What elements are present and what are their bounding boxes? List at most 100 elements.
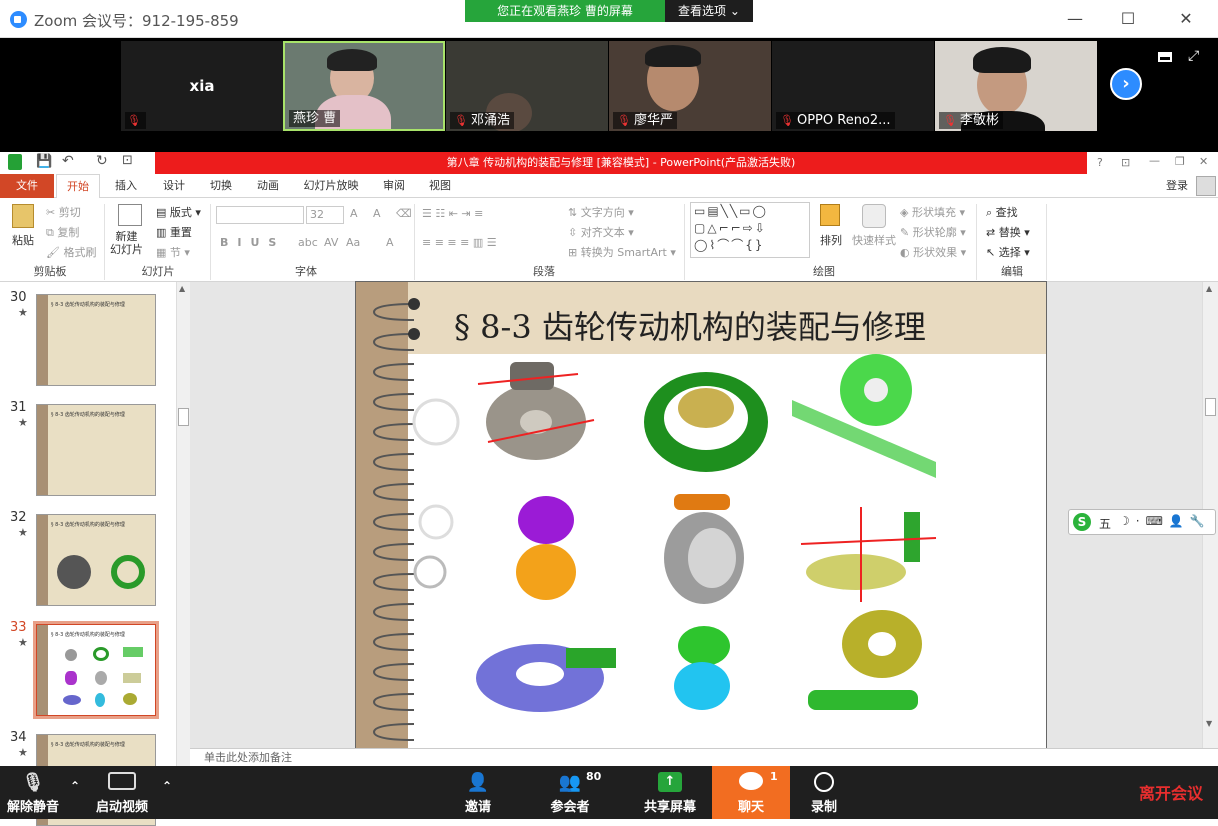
add-user-icon: 👤 — [466, 772, 490, 793]
font-color-button[interactable]: A — [386, 236, 394, 249]
quick-styles-icon[interactable] — [862, 204, 886, 228]
slide-thumbnail[interactable]: § 8-3 齿轮传动机构的装配与修理 — [36, 404, 156, 496]
font-size-input[interactable]: 32 — [306, 206, 344, 224]
tab-animations[interactable]: 动画 — [246, 174, 290, 198]
arrange-icon[interactable] — [820, 204, 840, 226]
tab-view[interactable]: 视图 — [418, 174, 462, 198]
cut-button[interactable]: ✂ 剪切 — [46, 204, 81, 220]
video-tile-active-speaker[interactable]: 燕珍 曹 — [283, 41, 445, 131]
align-text-button[interactable]: ⇳ 对齐文本 ▾ — [568, 224, 634, 240]
login-link[interactable]: 登录 — [1160, 174, 1194, 198]
paste-button[interactable]: 粘贴 — [12, 232, 34, 248]
avatar[interactable] — [1196, 176, 1216, 196]
copy-icon: ⧉ — [46, 226, 54, 239]
copy-button[interactable]: ⧉ 复制 — [46, 224, 79, 240]
shape-outline-button[interactable]: ✎ 形状轮廓 ▾ — [900, 224, 966, 240]
effects-icon: ◐ — [900, 246, 910, 259]
tab-slideshow[interactable]: 幻灯片放映 — [296, 174, 366, 198]
group-label-slides: 幻灯片 — [141, 265, 175, 278]
record-button[interactable]: 录制 — [798, 766, 850, 819]
alignment-buttons[interactable]: ≡ ≡ ≡ ≡ ▥ ☰ — [422, 236, 497, 249]
slide-thumbnail[interactable]: § 8-3 齿轮传动机构的装配与修理 — [36, 514, 156, 606]
smartart-button[interactable]: ⊞ 转换为 SmartArt ▾ — [568, 244, 676, 260]
tab-home[interactable]: 开始 — [56, 174, 100, 198]
view-options-button[interactable]: 查看选项 ⌄ — [665, 0, 753, 22]
input-mode-label[interactable]: 五 — [1099, 515, 1111, 532]
video-tile[interactable]: 🎙 李敬彬 — [935, 41, 1097, 131]
find-button[interactable]: ⌕ 查找 — [986, 204, 1018, 220]
save-icon[interactable]: 💾 — [36, 154, 52, 169]
font-grow-shrink-buttons[interactable]: A A — [350, 207, 387, 220]
shape-fill-button[interactable]: ◈ 形状填充 ▾ — [900, 204, 965, 220]
tab-insert[interactable]: 插入 — [104, 174, 148, 198]
change-case-button[interactable]: Aa — [346, 236, 360, 249]
undo-icon[interactable]: ↶ — [62, 153, 74, 169]
select-button[interactable]: ↖ 选择 ▾ — [986, 244, 1030, 260]
zoom-title-bar: Zoom 会议号：912-195-859 您正在观看燕珍 曹的屏幕 查看选项 ⌄… — [0, 0, 1218, 38]
ppt-restore-icon[interactable]: ❐ — [1175, 155, 1185, 168]
unmute-button[interactable]: 🎙 解除静音 — [0, 766, 66, 819]
arrange-button[interactable]: 排列 — [820, 232, 842, 248]
slide-thumbnail[interactable]: § 8-3 齿轮传动机构的装配与修理 — [36, 294, 156, 386]
ribbon: 粘贴 ✂ 剪切 ⧉ 复制 🖌 格式刷 剪贴板 新建 幻灯片 ▤ 版式 ▾ ▥ 重… — [0, 198, 1218, 282]
quick-styles-button[interactable]: 快速样式 — [852, 232, 896, 248]
new-slide-icon[interactable] — [118, 204, 142, 226]
font-name-input[interactable] — [216, 206, 304, 224]
input-tools-icons[interactable]: ☽·⌨👤🔧 — [1119, 514, 1211, 528]
strikethrough-button[interactable]: abc — [298, 236, 318, 249]
video-tile[interactable]: 🎙 OPPO Reno2... — [772, 41, 934, 131]
tab-review[interactable]: 审阅 — [372, 174, 416, 198]
chat-button[interactable]: 1 聊天 — [712, 766, 790, 819]
ribbon-display-icon[interactable]: ⊡ — [1121, 156, 1130, 169]
thumbnails-scrollbar[interactable]: ▲ — [176, 282, 190, 766]
animation-star-icon: ★ — [18, 306, 28, 319]
shapes-gallery[interactable]: ▭▤╲╲▭◯ ▢△⌐⌐⇨⇩ ◯⌇⌒⌒{} — [690, 202, 810, 258]
bullets-button[interactable]: ☰ ☷ ⇤ ⇥ ≡ — [422, 207, 483, 220]
next-page-arrow-icon[interactable]: › — [1110, 68, 1142, 100]
layout-toggle-icon[interactable] — [1158, 52, 1172, 62]
new-slide-button[interactable]: 新建 幻灯片 — [110, 230, 143, 256]
share-screen-button[interactable]: ↑ 共享屏幕 — [634, 766, 706, 819]
invite-button[interactable]: 👤 邀请 — [450, 766, 506, 819]
shape-effects-button[interactable]: ◐ 形状效果 ▾ — [900, 244, 966, 260]
help-icon[interactable]: ? — [1097, 156, 1103, 169]
ppt-minimize-icon[interactable]: — — [1149, 154, 1160, 167]
replace-button[interactable]: ⇄ 替换 ▾ — [986, 224, 1030, 240]
current-slide[interactable]: § 8-3 齿轮传动机构的装配与修理 — [356, 282, 1046, 748]
maximize-button[interactable]: ☐ — [1116, 8, 1140, 30]
slide-thumbnails-pane: 30 ★ § 8-3 齿轮传动机构的装配与修理 31 ★ § 8-3 齿轮传动机… — [0, 282, 176, 826]
notes-pane[interactable]: 单击此处添加备注 — [190, 748, 1218, 766]
start-video-button[interactable]: 启动视频 — [86, 766, 158, 819]
char-spacing-button[interactable]: AV — [324, 236, 338, 249]
layout-button[interactable]: ▤ 版式 ▾ — [156, 204, 201, 220]
participants-button[interactable]: 👥 80 参会者 — [538, 766, 602, 819]
paste-icon[interactable] — [12, 204, 34, 228]
text-direction-button[interactable]: ⇅ 文字方向 ▾ — [568, 204, 634, 220]
ppt-title-bar: 第八章 传动机构的装配与修理 [兼容模式] - PowerPoint(产品激活失… — [155, 152, 1087, 174]
reset-button[interactable]: ▥ 重置 — [156, 224, 192, 240]
leave-meeting-button[interactable]: 离开会议 — [1126, 780, 1216, 804]
video-tile[interactable]: 🎙 廖华严 — [609, 41, 771, 131]
mic-muted-icon: 🎙 — [943, 114, 957, 127]
font-style-buttons[interactable]: BIUS — [220, 236, 285, 249]
tab-design[interactable]: 设计 — [152, 174, 196, 198]
scissors-icon: ✂ — [46, 206, 56, 219]
video-tile[interactable]: xia 🎙 — [121, 41, 283, 131]
redo-icon[interactable]: ↻ — [96, 153, 108, 169]
video-tile[interactable]: 🎙 邓涌浩 — [446, 41, 608, 131]
input-method-bar[interactable]: S 五 ☽·⌨👤🔧 — [1068, 509, 1216, 535]
audio-options-chevron-icon[interactable]: ⌃ — [66, 766, 84, 819]
ppt-close-icon[interactable]: ✕ — [1199, 155, 1208, 168]
clear-format-icon[interactable]: ⌫ — [396, 207, 412, 220]
tab-file[interactable]: 文件 — [0, 174, 54, 198]
minimize-button[interactable]: — — [1063, 8, 1087, 30]
close-button[interactable]: ✕ — [1174, 8, 1198, 30]
section-button[interactable]: ▦ 节 ▾ — [156, 244, 190, 260]
tab-transitions[interactable]: 切换 — [199, 174, 243, 198]
format-painter-button[interactable]: 🖌 格式刷 — [46, 244, 96, 260]
animation-star-icon: ★ — [18, 526, 28, 539]
fullscreen-icon[interactable]: ⤢ — [1188, 48, 1199, 64]
video-options-chevron-icon[interactable]: ⌃ — [158, 766, 176, 819]
slide-thumbnail-selected[interactable]: § 8-3 齿轮传动机构的装配与修理 — [33, 621, 159, 719]
slideshow-icon[interactable]: ⊡ — [122, 153, 133, 168]
